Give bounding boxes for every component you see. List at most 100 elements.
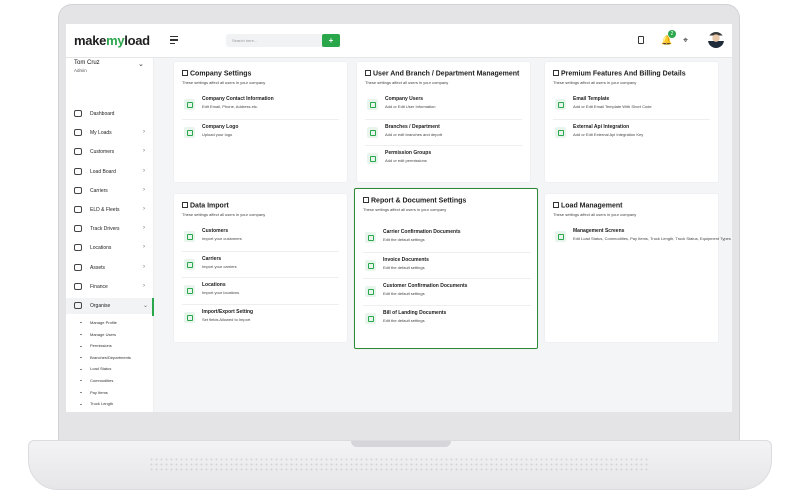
truck-icon [74, 206, 82, 213]
settings-row-customers[interactable]: Customers Import your customers [182, 224, 339, 248]
settings-card-load-management: Load Management These settings affect all… [545, 194, 731, 342]
truck-icon [553, 202, 559, 208]
sidebar-subitem-branches-departments[interactable]: Branches/Departments [80, 355, 131, 360]
settings-row-description: Upload your logo [202, 131, 233, 137]
sidebar-item-eld-fleets[interactable]: ELD & Fleets › [66, 202, 154, 218]
sidebar-subitem-permissions[interactable]: Permissions [80, 343, 112, 348]
settings-row-title: Branches / Department [385, 123, 440, 130]
settings-row-description: Add or Edit Email Template With Short Co… [573, 104, 652, 109]
sidebar-item-label: Assets [90, 264, 106, 271]
avatar[interactable] [708, 32, 724, 48]
bullet-icon [80, 380, 82, 382]
settings-row-locations[interactable]: Locations Import your locations [182, 277, 339, 301]
translate-icon[interactable]: ⌖ [683, 35, 688, 46]
sidebar: Tom Cruz Admin ⌄ Dashboard My Loads › Custo… [66, 58, 154, 412]
search-input[interactable]: Search here... [226, 34, 324, 47]
settings-row-description: Edit Email, Phone, Address etc. [202, 104, 259, 109]
settings-row-description: Edit the default settings [383, 264, 425, 270]
sidebar-item-carriers[interactable]: Carriers › [66, 183, 154, 199]
sidebar-subitem-label: Load Status [90, 366, 112, 372]
settings-card-company-settings: Company Settings These settings affect al… [174, 62, 347, 182]
sidebar-item-organise[interactable]: Organise ⌄ [66, 298, 154, 316]
bullet-icon [80, 345, 82, 347]
settings-row-company-contact-information[interactable]: Company Contact Information Edit Email, P… [182, 92, 339, 116]
settings-card-user-and-branch-department-management: User And Branch / Department Management T… [357, 62, 530, 182]
settings-row-description: Add or edit permissions [385, 158, 427, 163]
search-add-button[interactable]: + [322, 34, 340, 47]
sidebar-item-label: ELD & Fleets [90, 207, 120, 213]
sidebar-subitem-truck-length[interactable]: Truck Length [80, 401, 113, 406]
sidebar-item-dashboard[interactable]: Dashboard [66, 106, 154, 122]
document-icon[interactable] [638, 36, 644, 44]
settings-row-branches-department[interactable]: Branches / Department Add or edit branche… [365, 118, 522, 143]
sidebar-item-track-drivers[interactable]: Track Drivers › [66, 221, 154, 237]
settings-row-title: Company Users [385, 96, 424, 102]
bullet-icon [80, 403, 82, 405]
settings-row-title: External Api Integration [573, 123, 630, 130]
settings-row-description: Import your carriers [202, 263, 237, 269]
settings-row-company-users[interactable]: Company Users Add or Edit User Informatio… [365, 92, 522, 116]
settings-row-bill-of-landing-documents[interactable]: Bill of Landing Documents Edit the defaul… [363, 304, 531, 329]
import-icon [182, 202, 188, 208]
settings-row-title: Customers [202, 228, 229, 234]
settings-row-carrier-confirmation-documents[interactable]: Carrier Confirmation Documents Edit the d… [363, 225, 531, 249]
settings-row-management-screens[interactable]: Management Screens Edit Load Status, Comm… [553, 224, 731, 248]
sidebar-item-label: Finance [90, 283, 108, 290]
user-name[interactable]: Tom Cruz [74, 60, 100, 66]
settings-row-company-logo[interactable]: Company Logo Upload your logo [182, 118, 339, 143]
settings-card-premium-features-and-billing-details: Premium Features And Billing Details Thes… [545, 62, 718, 182]
settings-row-email-template[interactable]: Email Template Add or Edit Email Template… [553, 92, 710, 116]
laptop-notch [351, 441, 451, 447]
sidebar-item-locations[interactable]: Locations › [66, 240, 154, 256]
app-screen: makemyload Search here... + 🔔 2 ⌖ Tom Cr… [66, 24, 732, 412]
location-icon [74, 244, 82, 252]
settings-row-title: Import/Export Setting [202, 308, 254, 315]
bullet-icon [80, 322, 82, 324]
sidebar-item-customers[interactable]: Customers › [66, 144, 154, 160]
chevron-right-icon: › [143, 225, 145, 232]
sidebar-subitem-commodities[interactable]: Commodities [80, 378, 113, 383]
chevron-down-icon: ⌄ [143, 303, 149, 309]
settings-row-title: Permission Groups [385, 150, 432, 156]
chevron-right-icon: › [143, 167, 145, 174]
settings-row-description: Edit the default settings [383, 237, 425, 242]
settings-row-external-api-integration[interactable]: External Api Integration Add or Edit Exte… [553, 118, 710, 143]
sidebar-item-assets[interactable]: Assets › [66, 260, 154, 276]
settings-row-import-export-setting[interactable]: Import/Export Setting Set fields Allowed … [182, 303, 339, 328]
settings-row-customer-confirmation-documents[interactable]: Customer Confirmation Documents Edit the … [363, 278, 531, 302]
settings-row-title: Carriers [202, 255, 222, 262]
settings-row-title: Company Contact Information [202, 96, 274, 102]
sidebar-item-finance[interactable]: Finance › [66, 279, 154, 295]
sidebar-subitem-manage-users[interactable]: Manage Users [80, 332, 116, 337]
settings-row-invoice-documents[interactable]: Invoice Documents Edit the default settin… [363, 251, 531, 276]
chevron-right-icon: › [143, 263, 145, 270]
sidebar-item-load-board[interactable]: Load Board › [66, 164, 154, 180]
settings-row-permission-groups[interactable]: Permission Groups Add or edit permissions [365, 145, 522, 169]
card-title: Load Management [553, 202, 622, 210]
settings-row-title: Management Screens [573, 228, 625, 234]
users-icon [74, 148, 82, 156]
menu-toggle-icon[interactable] [170, 36, 178, 46]
settings-row-icon [367, 99, 378, 110]
card-subtitle: These settings affect all users in your … [182, 80, 266, 85]
sidebar-item-my-loads[interactable]: My Loads › [66, 125, 154, 141]
chevron-down-icon[interactable]: ⌄ [138, 60, 144, 68]
app-logo[interactable]: makemyload [74, 33, 150, 48]
pin-icon [74, 225, 82, 233]
card-title: Data Import [182, 202, 229, 210]
notification-badge: 2 [668, 30, 676, 38]
settings-row-icon [365, 232, 376, 243]
sidebar-subitem-manage-profile[interactable]: Manage Profile [80, 320, 117, 325]
laptop-speaker-grille [149, 457, 649, 471]
card-title: Company Settings [182, 70, 251, 78]
card-subtitle: These settings affect all users in your … [365, 80, 449, 85]
chevron-right-icon: › [143, 129, 145, 136]
settings-row-carriers[interactable]: Carriers Import your carriers [182, 250, 339, 275]
sidebar-subitem-pay-items[interactable]: Pay Items [80, 390, 108, 395]
card-subtitle: These settings affect all users in your … [553, 80, 637, 85]
settings-row-title: Carrier Confirmation Documents [383, 229, 461, 235]
sidebar-item-label: Organise [90, 303, 111, 309]
card-title: Report & Document Settings [363, 197, 466, 205]
card-title-text: Premium Features And Billing Details [561, 70, 686, 78]
sidebar-subitem-load-status[interactable]: Load Status [80, 366, 111, 371]
